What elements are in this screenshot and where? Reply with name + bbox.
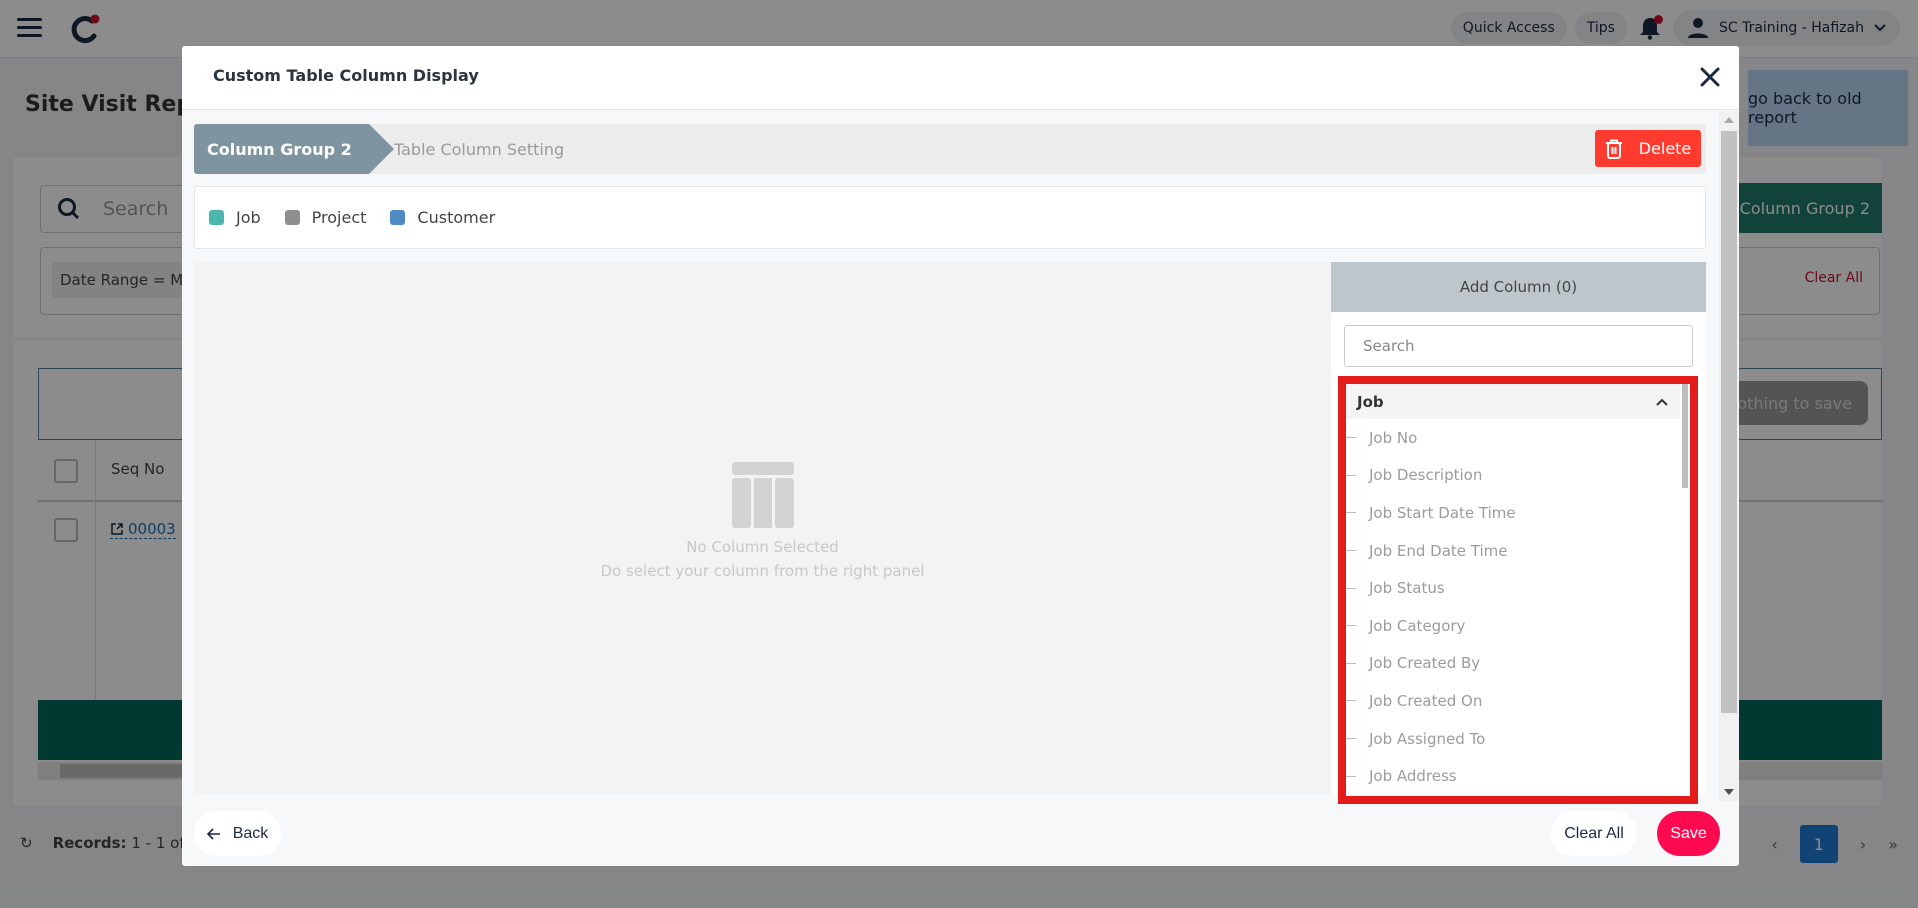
step-arrow [369, 124, 394, 174]
modal-vertical-scrollbar[interactable] [1719, 111, 1739, 801]
empty-state-subtitle: Do select your column from the right pan… [600, 562, 925, 580]
column-list-highlight: Job Job No Job Description Job Start Dat… [1338, 376, 1698, 804]
trash-icon [1605, 139, 1622, 159]
step-column-group[interactable]: Column Group 2 [194, 124, 369, 174]
column-item-job-category[interactable]: Job Category [1346, 607, 1680, 645]
legend-swatch-customer [390, 210, 406, 225]
save-button[interactable]: Save [1657, 811, 1720, 856]
legend-item-customer: Customer [390, 208, 495, 227]
column-list-scrollbar-thumb[interactable] [1682, 384, 1688, 488]
legend-label: Project [311, 208, 367, 227]
legend-label: Job [236, 208, 261, 227]
step-table-column-setting[interactable]: Table Column Setting [394, 124, 564, 174]
back-button[interactable]: Back [194, 811, 281, 856]
empty-state-title: No Column Selected [686, 538, 839, 556]
legend-swatch-job [209, 210, 224, 225]
legend-item-job: Job [209, 208, 261, 227]
back-label: Back [232, 824, 269, 842]
table-columns-icon [731, 462, 794, 528]
scrollbar-thumb[interactable] [1721, 131, 1737, 713]
legend-swatch-project [284, 210, 300, 225]
add-column-header: Add Column (0) [1331, 262, 1706, 312]
scroll-up-arrow-icon[interactable] [1724, 117, 1734, 123]
clear-all-button[interactable]: Clear All [1551, 811, 1637, 856]
chevron-up-icon [1656, 398, 1668, 406]
column-item-job-end-date-time[interactable]: Job End Date Time [1346, 532, 1680, 570]
legend-label: Customer [417, 208, 496, 227]
column-source-legend: Job Project Customer [194, 186, 1706, 249]
column-item-job-assigned-to[interactable]: Job Assigned To [1346, 720, 1680, 758]
delete-label: Delete [1638, 139, 1692, 158]
modal-header: Custom Table Column Display [182, 46, 1739, 110]
selected-columns-area: No Column Selected Do select your column… [194, 262, 1331, 794]
column-item-job-start-date-time[interactable]: Job Start Date Time [1346, 494, 1680, 532]
column-group-job[interactable]: Job [1346, 384, 1680, 419]
custom-table-column-modal: Custom Table Column Display Column Group… [182, 46, 1739, 866]
arrow-left-icon [206, 827, 220, 840]
column-item-job-description[interactable]: Job Description [1346, 457, 1680, 495]
scroll-down-arrow-icon[interactable] [1724, 789, 1734, 795]
step-breadcrumb: Column Group 2 Table Column Setting Dele… [194, 124, 1706, 174]
column-item-job-created-on[interactable]: Job Created On [1346, 682, 1680, 720]
delete-button[interactable]: Delete [1595, 130, 1701, 167]
column-search-input[interactable] [1344, 325, 1693, 367]
add-column-panel: Add Column (0) Job Job No Job Descriptio… [1331, 262, 1706, 804]
column-group-label: Job [1357, 392, 1384, 411]
modal-title: Custom Table Column Display [213, 66, 479, 85]
column-item-job-created-by[interactable]: Job Created By [1346, 645, 1680, 683]
close-icon[interactable] [1697, 64, 1723, 90]
column-item-job-no[interactable]: Job No [1346, 419, 1680, 457]
legend-item-project: Project [284, 208, 367, 227]
column-list-scrollbar[interactable] [1680, 384, 1690, 796]
column-item-job-address[interactable]: Job Address [1346, 757, 1680, 795]
empty-state: No Column Selected Do select your column… [194, 462, 1331, 580]
column-item-job-status[interactable]: Job Status [1346, 569, 1680, 607]
column-list: Job Job No Job Description Job Start Dat… [1346, 384, 1680, 796]
